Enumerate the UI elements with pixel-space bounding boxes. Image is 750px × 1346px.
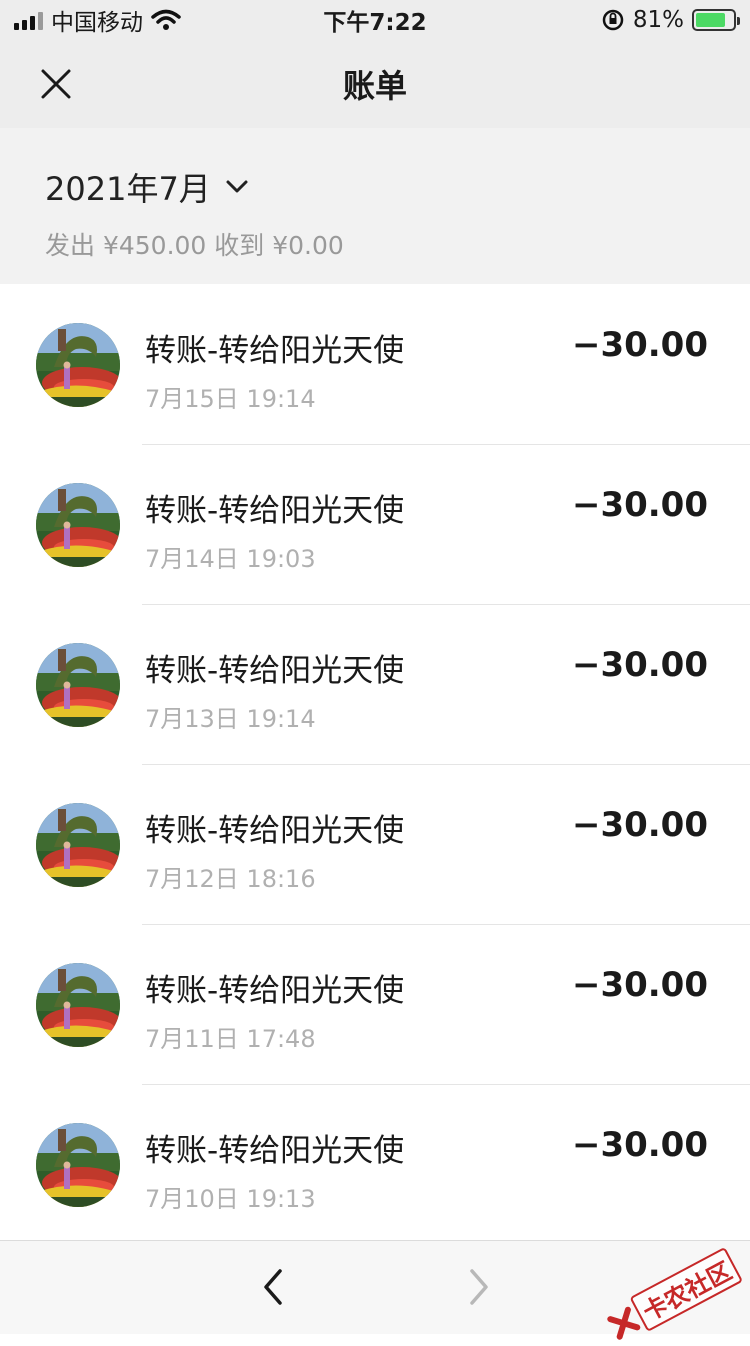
transaction-amount: −30.00 (571, 645, 708, 685)
battery-icon (692, 9, 740, 31)
wifi-icon (151, 9, 181, 30)
avatar (36, 803, 120, 887)
chevron-left-icon (264, 1269, 282, 1305)
chevron-down-icon (226, 180, 248, 193)
transaction-amount: −30.00 (571, 965, 708, 1005)
month-label: 2021年7月 (45, 170, 211, 208)
transaction-time: 7月11日 17:48 (145, 1025, 316, 1053)
transaction-amount: −30.00 (571, 805, 708, 845)
avatar (36, 483, 120, 567)
avatar (36, 323, 120, 407)
watermark: 卡农社区 (603, 1246, 744, 1346)
transaction-row[interactable]: 转账-转给阳光天使 7月13日 19:14 −30.00 (0, 605, 750, 765)
forward-button[interactable] (456, 1265, 500, 1309)
avatar (36, 643, 120, 727)
status-bar-left: 中国移动 (14, 3, 181, 37)
transaction-title: 转账-转给阳光天使 (145, 973, 405, 1009)
transaction-time: 7月15日 19:14 (145, 385, 316, 413)
month-selector[interactable]: 2021年7月 (45, 164, 750, 210)
transaction-title: 转账-转给阳光天使 (145, 653, 405, 689)
chevron-right-icon (470, 1269, 488, 1305)
transaction-row[interactable]: 转账-转给阳光天使 7月15日 19:14 −30.00 (0, 285, 750, 445)
carrier-label: 中国移动 (51, 10, 143, 36)
totals-summary: 发出 ¥450.00 收到 ¥0.00 (45, 231, 344, 260)
transaction-time: 7月14日 19:03 (145, 545, 316, 573)
battery-percent: 81% (632, 7, 684, 33)
transaction-row[interactable]: 转账-转给阳光天使 7月14日 19:03 −30.00 (0, 445, 750, 605)
transaction-title: 转账-转给阳光天使 (145, 1133, 405, 1169)
transaction-amount: −30.00 (571, 1125, 708, 1165)
watermark-text: 卡农社区 (629, 1246, 744, 1333)
transaction-title: 转账-转给阳光天使 (145, 813, 405, 849)
transaction-time: 7月10日 19:13 (145, 1185, 316, 1213)
transaction-row[interactable]: 转账-转给阳光天使 7月10日 19:13 −30.00 (0, 1085, 750, 1245)
bill-summary: 2021年7月 发出 ¥450.00 收到 ¥0.00 (0, 128, 750, 284)
close-button[interactable] (36, 64, 76, 104)
transaction-amount: −30.00 (571, 325, 708, 365)
avatar (36, 963, 120, 1047)
transaction-time: 7月12日 18:16 (145, 865, 316, 893)
status-bar: 中国移动 下午7:22 81% (0, 0, 750, 40)
battery-fill (696, 13, 726, 27)
transaction-title: 转账-转给阳光天使 (145, 333, 405, 369)
nav-header: 账单 (0, 40, 750, 128)
bottom-toolbar: 卡农社区 (0, 1240, 750, 1340)
transaction-title: 转账-转给阳光天使 (145, 493, 405, 529)
transaction-row[interactable]: 转账-转给阳光天使 7月11日 17:48 −30.00 (0, 925, 750, 1085)
page-title: 账单 (342, 67, 407, 105)
transaction-amount: −30.00 (571, 485, 708, 525)
avatar (36, 1123, 120, 1207)
back-button[interactable] (252, 1265, 296, 1309)
transaction-list: 转账-转给阳光天使 7月15日 19:14 −30.00 转账-转给阳光天使 7… (0, 285, 750, 1245)
signal-icon (14, 10, 43, 30)
close-icon (41, 69, 71, 99)
status-bar-right: 81% (601, 7, 740, 33)
transaction-time: 7月13日 19:14 (145, 705, 316, 733)
rotation-lock-icon (602, 9, 624, 31)
transaction-row[interactable]: 转账-转给阳光天使 7月12日 18:16 −30.00 (0, 765, 750, 925)
